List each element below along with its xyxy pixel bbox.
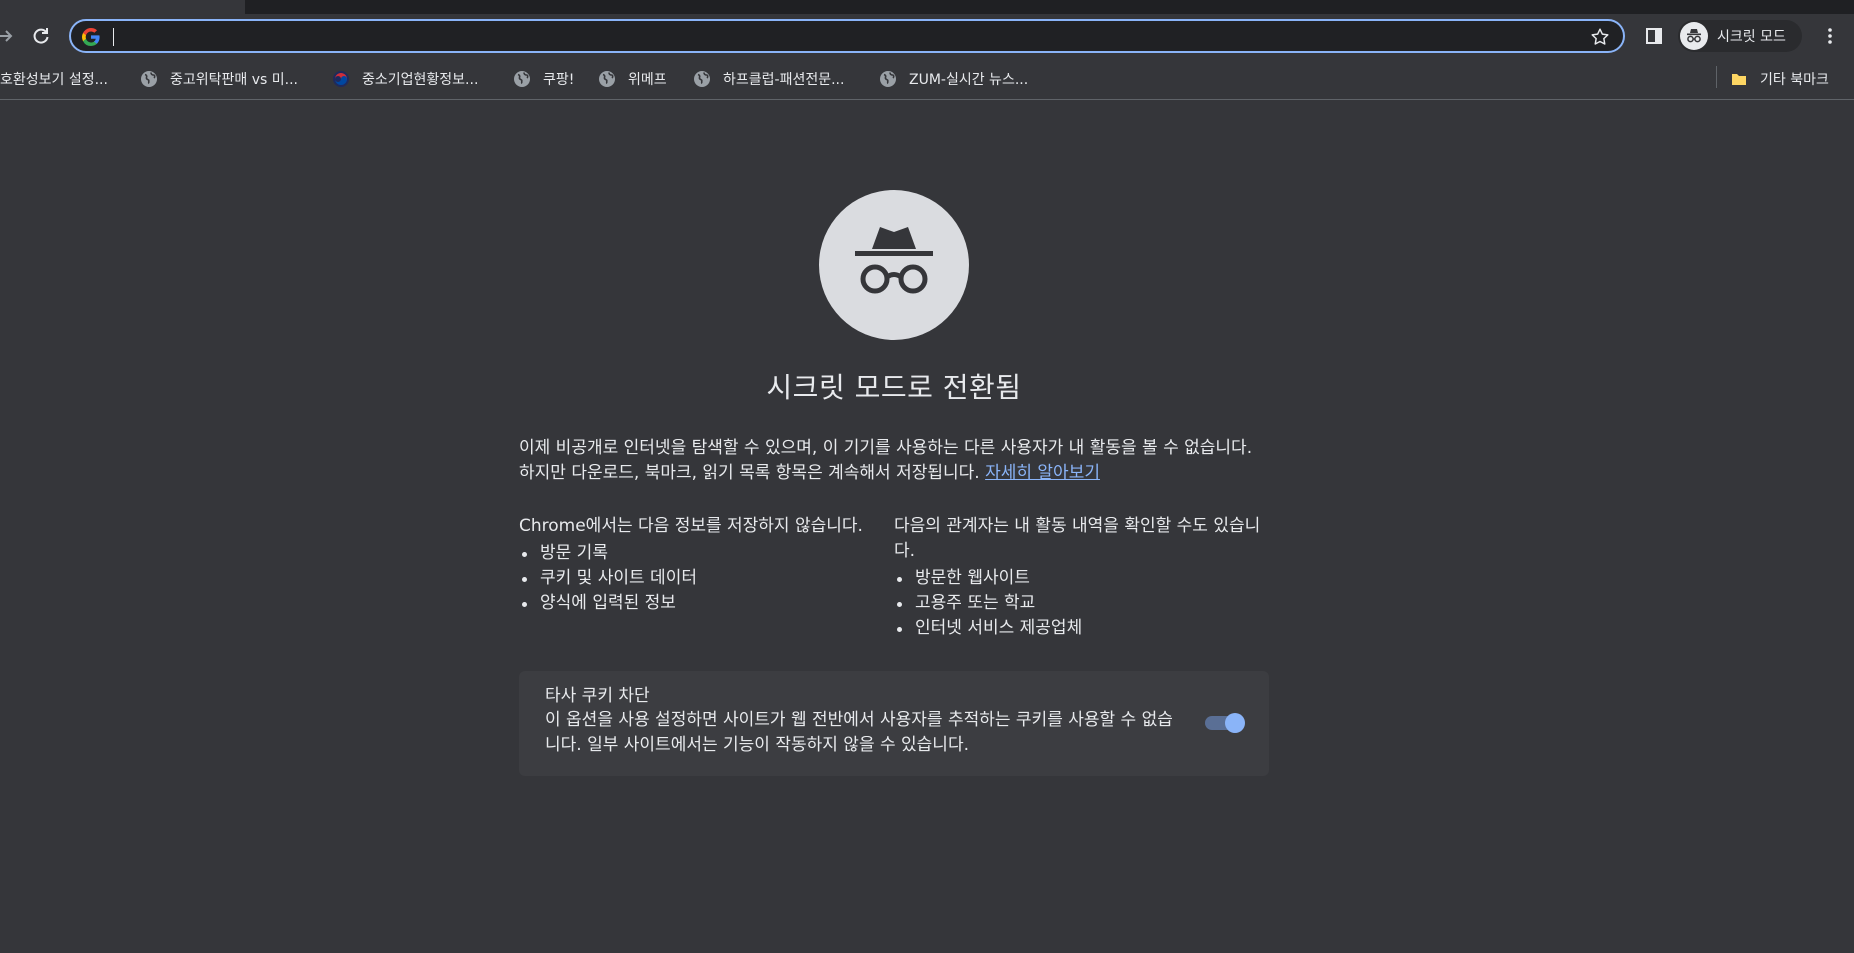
visible-to-heading: 다음의 관계자는 내 활동 내역을 확인할 수도 있습니다. <box>894 516 1261 561</box>
not-saved-list: 방문 기록 쿠키 및 사이트 데이터 양식에 입력된 정보 <box>519 541 894 616</box>
bookmark-item[interactable]: 하프클럽-패션전문... <box>693 66 844 92</box>
globe-icon <box>880 71 896 87</box>
bookmark-item[interactable]: 위메프 <box>598 66 667 92</box>
bookmark-label: 위메프 <box>628 72 667 88</box>
cookie-card-description: 이 옵션을 사용 설정하면 사이트가 웹 전반에서 사용자를 추적하는 쿠키를 … <box>545 710 1173 755</box>
bookmark-label: ZUM-실시간 뉴스... <box>909 72 1029 88</box>
third-party-cookie-card: 타사 쿠키 차단 이 옵션을 사용 설정하면 사이트가 웹 전반에서 사용자를 … <box>519 671 1269 776</box>
toolbar: 시크릿 모드 <box>0 14 1854 58</box>
not-saved-column: Chrome에서는 다음 정보를 저장하지 않습니다. 방문 기록 쿠키 및 사… <box>519 514 894 641</box>
list-item: 양식에 입력된 정보 <box>519 591 894 616</box>
more-vert-icon <box>1828 28 1832 44</box>
list-item: 인터넷 서비스 제공업체 <box>894 616 1269 641</box>
bookmark-label: 쿠팡! <box>543 72 575 88</box>
learn-more-link[interactable]: 자세히 알아보기 <box>985 463 1100 483</box>
bookmark-item[interactable]: 쿠팡! <box>513 66 574 92</box>
profile-label: 시크릿 모드 <box>1717 29 1786 45</box>
incognito-page: 시크릿 모드로 전환됨 이제 비공개로 인터넷을 탐색할 수 있으며, 이 기기… <box>519 190 1269 776</box>
other-bookmarks-folder[interactable]: 기타 북마크 <box>1730 66 1829 92</box>
bookmark-item[interactable]: 중소기업현황정보... <box>332 66 478 92</box>
forward-button[interactable] <box>0 20 22 52</box>
incognito-icon <box>855 227 933 294</box>
intro-text: 이제 비공개로 인터넷을 탐색할 수 있으며, 이 기기를 사용하는 다른 사용… <box>519 436 1269 486</box>
bookmark-item[interactable]: ZUM-실시간 뉴스... <box>879 66 1028 92</box>
address-bar[interactable] <box>69 19 1625 53</box>
toggle-knob <box>1225 713 1245 733</box>
reload-icon <box>33 28 49 44</box>
bookmark-label: 하프클럽-패션전문... <box>723 72 845 88</box>
list-item: 쿠키 및 사이트 데이터 <box>519 566 894 591</box>
bookmark-label: 중소기업현황정보... <box>362 72 479 88</box>
incognito-hero <box>819 190 969 340</box>
visible-to-column: 다음의 관계자는 내 활동 내역을 확인할 수도 있습니다. 방문한 웹사이트 … <box>894 514 1269 641</box>
intro-body: 이제 비공개로 인터넷을 탐색할 수 있으며, 이 기기를 사용하는 다른 사용… <box>519 438 1253 483</box>
bookmark-label: 중고위탁판매 vs 미... <box>170 72 298 88</box>
bookmark-item[interactable]: 중고위탁판매 vs 미... <box>140 66 298 92</box>
folder-icon <box>1732 74 1746 85</box>
bookmarks-bar: 호환성보기 설정... 중고위탁판매 vs 미... 중소기업현황정보... 쿠… <box>0 58 1854 100</box>
not-saved-heading: Chrome에서는 다음 정보를 저장하지 않습니다. <box>519 516 863 536</box>
arrow-right-icon <box>0 30 13 42</box>
globe-icon <box>599 71 615 87</box>
text-cursor <box>113 28 114 46</box>
google-icon <box>82 27 100 46</box>
side-panel-icon <box>1646 28 1662 44</box>
list-item: 고용주 또는 학교 <box>894 591 1269 616</box>
bookmark-item[interactable]: 호환성보기 설정... <box>0 66 108 92</box>
page-title: 시크릿 모드로 전환됨 <box>766 371 1022 404</box>
bookmarks-separator <box>1716 66 1717 88</box>
reload-button[interactable] <box>25 20 57 52</box>
bookmark-label: 기타 북마크 <box>1760 72 1829 88</box>
tab-strip <box>245 0 1854 14</box>
block-cookies-toggle[interactable] <box>1205 713 1245 733</box>
globe-icon <box>141 71 157 87</box>
list-item: 방문한 웹사이트 <box>894 566 1269 591</box>
bookmark-label: 호환성보기 설정... <box>0 72 108 88</box>
incognito-profile-chip[interactable]: 시크릿 모드 <box>1678 20 1802 52</box>
side-panel-button[interactable] <box>1640 22 1668 50</box>
chrome-menu-button[interactable] <box>1816 22 1844 50</box>
incognito-icon <box>1687 29 1701 43</box>
list-item: 방문 기록 <box>519 541 894 566</box>
globe-icon <box>514 71 530 87</box>
avatar <box>1680 22 1708 50</box>
info-columns: Chrome에서는 다음 정보를 저장하지 않습니다. 방문 기록 쿠키 및 사… <box>519 514 1269 641</box>
visible-to-list: 방문한 웹사이트 고용주 또는 학교 인터넷 서비스 제공업체 <box>894 566 1269 641</box>
globe-icon <box>694 71 710 87</box>
cookie-card-title: 타사 쿠키 차단 <box>545 686 650 706</box>
korea-flag-icon <box>333 71 349 87</box>
star-icon[interactable] <box>1589 26 1611 48</box>
